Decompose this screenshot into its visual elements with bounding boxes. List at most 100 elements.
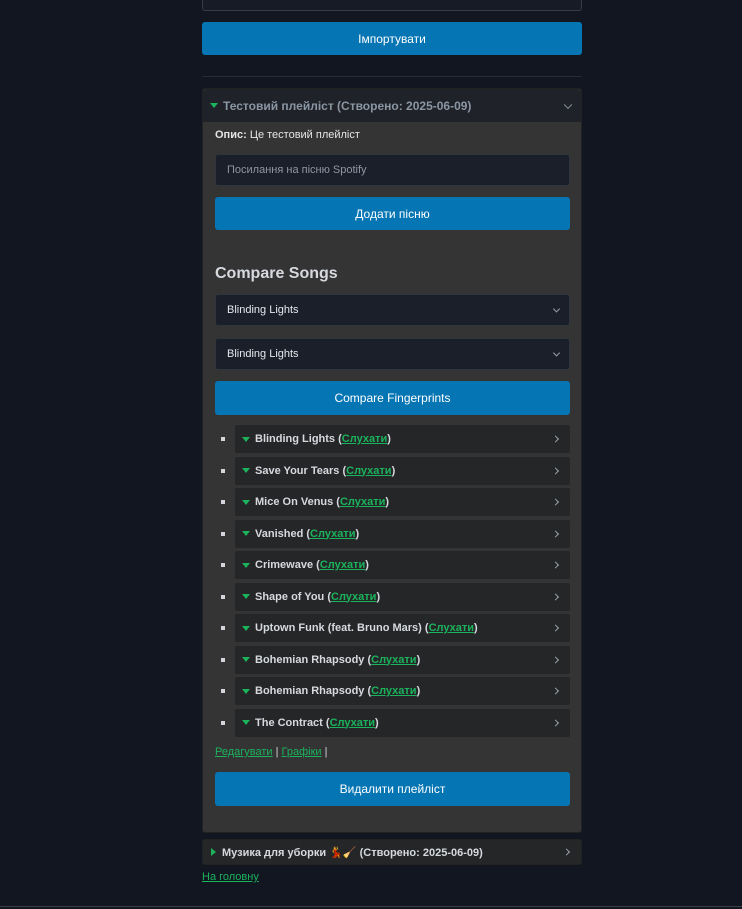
playlist-2-title: Музика для уборки 💃🧹 (Створено: 2025-06-… [222, 846, 483, 859]
bullet-icon [221, 468, 225, 473]
expand-triangle-icon [242, 436, 250, 442]
chevron-right-icon [551, 435, 560, 443]
song-title: Bohemian Rhapsody [255, 653, 365, 666]
bottom-divider [0, 906, 742, 907]
compare-select-2[interactable]: Blinding Lights [215, 338, 570, 370]
listen-link[interactable]: Слухати [331, 591, 376, 603]
chevron-down-icon [552, 305, 561, 313]
expand-triangle-icon [242, 657, 250, 662]
song-title: Bohemian Rhapsody [255, 685, 365, 697]
list-item: The Contract (Слухати) [215, 708, 570, 737]
chevron-right-icon [551, 466, 560, 475]
song-item[interactable]: Mice On Venus (Слухати) [235, 488, 570, 516]
song-title: Uptown Funk (feat. Bruno Mars) [255, 622, 422, 634]
chevron-right-icon [551, 718, 560, 727]
bullet-icon [221, 689, 225, 693]
compare-select-1-value: Blinding Lights [227, 304, 299, 316]
song-item[interactable]: Bohemian Rhapsody (Слухати) [235, 677, 570, 705]
bullet-icon [221, 720, 225, 725]
chevron-down-icon [563, 100, 573, 109]
chevron-right-icon [551, 655, 560, 664]
song-item[interactable]: Crimewave (Слухати) [235, 551, 570, 579]
expand-triangle-icon [242, 594, 250, 599]
expand-triangle-icon [242, 625, 250, 631]
playlist-2-header[interactable]: Музика для уборки 💃🧹 (Створено: 2025-06-… [202, 839, 582, 865]
song-item[interactable]: Shape of You (Слухати) [235, 582, 570, 611]
list-item: Bohemian Rhapsody (Слухати) [215, 645, 570, 674]
song-list: Blinding Lights (Слухати) Save Your Tear… [215, 425, 570, 740]
expand-triangle-icon [242, 531, 250, 536]
description-label: Опис: [215, 129, 247, 141]
song-title: Shape of You [255, 590, 325, 603]
playlist-actions-links: Редагувати | Графіки | [215, 746, 328, 758]
list-item: Uptown Funk (feat. Bruno Mars) (Слухати) [215, 614, 570, 642]
playlist-description: Опис: Це тестовий плейліст [215, 129, 360, 141]
delete-playlist-button[interactable]: Видалити плейліст [215, 772, 570, 806]
add-song-button[interactable]: Додати пісню [215, 197, 570, 230]
chevron-right-icon [551, 498, 560, 506]
expand-triangle-icon [242, 688, 250, 694]
listen-link[interactable]: Слухати [429, 622, 474, 634]
song-item[interactable]: Uptown Funk (feat. Bruno Mars) (Слухати) [235, 614, 570, 642]
bullet-icon [221, 626, 225, 630]
listen-link[interactable]: Слухати [320, 559, 365, 571]
playlist-panel: Тестовий плейліст (Створено: 2025-06-09)… [202, 88, 582, 833]
listen-link[interactable]: Слухати [342, 433, 387, 445]
import-input-field[interactable] [202, 0, 582, 11]
list-item: Crimewave (Слухати) [215, 551, 570, 579]
song-title: Vanished [255, 527, 304, 540]
listen-link[interactable]: Слухати [340, 496, 385, 508]
bullet-icon [221, 594, 225, 599]
song-title: Blinding Lights [255, 433, 336, 445]
bullet-icon [221, 500, 225, 504]
list-item: Save Your Tears (Слухати) [215, 456, 570, 485]
expand-triangle-icon [242, 562, 250, 568]
compare-songs-title: Compare Songs [215, 265, 338, 282]
chevron-down-icon [552, 349, 561, 357]
playlist-title: Тестовий плейліст (Створено: 2025-06-09) [223, 98, 472, 113]
song-item[interactable]: Blinding Lights (Слухати) [235, 425, 570, 453]
bullet-icon [221, 531, 225, 536]
home-link[interactable]: На головну [202, 871, 259, 883]
spotify-song-input[interactable]: Посилання на пісню Spotify [215, 154, 570, 186]
listen-link[interactable]: Слухати [371, 685, 416, 697]
edit-link[interactable]: Редагувати [215, 746, 273, 758]
list-item: Bohemian Rhapsody (Слухати) [215, 677, 570, 705]
song-input-placeholder: Посилання на пісню Spotify [227, 164, 367, 176]
song-title: The Contract [255, 716, 323, 729]
expand-triangle-icon [242, 468, 250, 473]
song-item[interactable]: Save Your Tears (Слухати) [235, 456, 570, 485]
chevron-right-icon [551, 529, 560, 538]
separator: | [275, 746, 279, 758]
song-title: Crimewave [255, 559, 314, 571]
playlist-header[interactable]: Тестовий плейліст (Створено: 2025-06-09) [203, 89, 581, 122]
listen-link[interactable]: Слухати [330, 717, 375, 729]
song-item[interactable]: Vanished (Слухати) [235, 519, 570, 548]
list-item: Mice On Venus (Слухати) [215, 488, 570, 516]
compare-select-2-value: Blinding Lights [227, 348, 299, 360]
expand-triangle-icon [242, 499, 250, 505]
chevron-right-icon [551, 592, 560, 601]
compare-select-1[interactable]: Blinding Lights [215, 294, 570, 326]
song-item[interactable]: Bohemian Rhapsody (Слухати) [235, 645, 570, 674]
song-title: Mice On Venus [255, 496, 334, 508]
import-button[interactable]: Імпортувати [202, 22, 582, 55]
description-text: Це тестовий плейліст [249, 129, 360, 141]
compare-fingerprints-button[interactable]: Compare Fingerprints [215, 381, 570, 415]
separator: | [324, 746, 328, 758]
listen-link[interactable]: Слухати [346, 465, 391, 477]
bullet-icon [221, 563, 225, 567]
bullet-icon [221, 657, 225, 662]
expand-triangle-icon [210, 103, 218, 108]
listen-link[interactable]: Слухати [310, 528, 355, 540]
song-item[interactable]: The Contract (Слухати) [235, 708, 570, 737]
divider [202, 76, 582, 77]
chevron-right-icon [551, 687, 560, 695]
list-item: Blinding Lights (Слухати) [215, 425, 570, 453]
list-item: Shape of You (Слухати) [215, 582, 570, 611]
song-title: Save Your Tears [255, 464, 340, 477]
chevron-right-icon [562, 848, 571, 856]
listen-link[interactable]: Слухати [371, 654, 416, 666]
charts-link[interactable]: Графіки [282, 746, 322, 758]
bullet-icon [221, 437, 225, 441]
